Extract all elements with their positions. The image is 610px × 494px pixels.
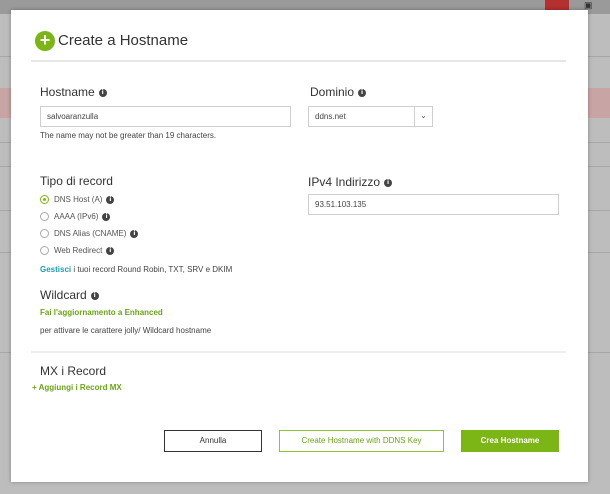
ipv4-input[interactable]: 93.51.103.135 xyxy=(308,194,559,215)
domain-select[interactable]: ddns.net ⌄ xyxy=(308,106,433,127)
radio-icon[interactable] xyxy=(40,246,49,256)
ipv4-label-text: IPv4 Indirizzo xyxy=(308,175,381,189)
domain-label-text: Dominio xyxy=(310,85,355,99)
chevron-down-icon[interactable]: ⌄ xyxy=(414,107,432,126)
radio-dns-host[interactable]: DNS Host (A) i xyxy=(40,195,115,205)
radio-cname[interactable]: DNS Alias (CNAME) i xyxy=(40,229,139,239)
hostname-label: Hostname i xyxy=(40,85,107,99)
info-icon[interactable]: i xyxy=(98,88,107,97)
domain-select-value: ddns.net xyxy=(315,112,346,121)
section-divider xyxy=(31,351,566,353)
info-icon[interactable]: i xyxy=(106,246,115,255)
info-icon[interactable]: i xyxy=(90,291,99,300)
radio-label: DNS Host (A) xyxy=(54,195,103,204)
radio-icon[interactable] xyxy=(40,212,49,222)
info-icon[interactable]: i xyxy=(130,229,139,238)
wildcard-label: Wildcard i xyxy=(40,288,99,302)
radio-label: Web Redirect xyxy=(54,246,103,255)
manage-link[interactable]: Gestisci xyxy=(40,265,71,274)
hostname-label-text: Hostname xyxy=(40,85,95,99)
info-icon[interactable]: i xyxy=(384,178,393,187)
mx-record-label: MX i Record xyxy=(40,364,107,378)
domain-label: Dominio i xyxy=(310,85,367,99)
info-icon[interactable]: i xyxy=(102,212,111,221)
ipv4-label: IPv4 Indirizzo i xyxy=(308,175,393,189)
upgrade-enhanced-link[interactable]: Fai l'aggiornamento a Enhanced xyxy=(40,308,163,317)
radio-label: AAAA (IPv6) xyxy=(54,212,99,221)
wildcard-label-text: Wildcard xyxy=(40,288,87,302)
manage-records-text: Gestisci i tuoi record Round Robin, TXT,… xyxy=(40,265,232,274)
record-type-label: Tipo di record xyxy=(40,174,113,188)
wildcard-description: per attivare le carattere jolly/ Wildcar… xyxy=(40,326,212,335)
info-icon[interactable]: i xyxy=(106,195,115,204)
radio-label: DNS Alias (CNAME) xyxy=(54,229,127,238)
manage-records-description: i tuoi record Round Robin, TXT, SRV e DK… xyxy=(73,265,233,274)
radio-aaaa[interactable]: AAAA (IPv6) i xyxy=(40,212,111,222)
hostname-input[interactable]: salvoaranzulla xyxy=(40,106,291,127)
radio-web-redirect[interactable]: Web Redirect i xyxy=(40,246,115,256)
cart-icon: ▣ xyxy=(584,0,593,10)
plus-circle-icon: + xyxy=(35,31,55,51)
add-mx-record-link[interactable]: + Aggiungi i Record MX xyxy=(32,383,122,392)
dialog-title: Create a Hostname xyxy=(58,32,189,49)
create-hostname-button[interactable]: Crea Hostname xyxy=(461,430,559,452)
header-divider xyxy=(31,60,566,62)
radio-selected-icon[interactable] xyxy=(40,195,49,205)
create-with-key-button[interactable]: Create Hostname with DDNS Key xyxy=(279,430,444,452)
hostname-hint: The name may not be greater than 19 char… xyxy=(40,131,217,140)
info-icon[interactable]: i xyxy=(358,88,367,97)
cancel-button[interactable]: Annulla xyxy=(164,430,262,452)
create-hostname-dialog: + Create a Hostname Hostname i salvoaranz… xyxy=(11,10,588,482)
radio-icon[interactable] xyxy=(40,229,49,239)
